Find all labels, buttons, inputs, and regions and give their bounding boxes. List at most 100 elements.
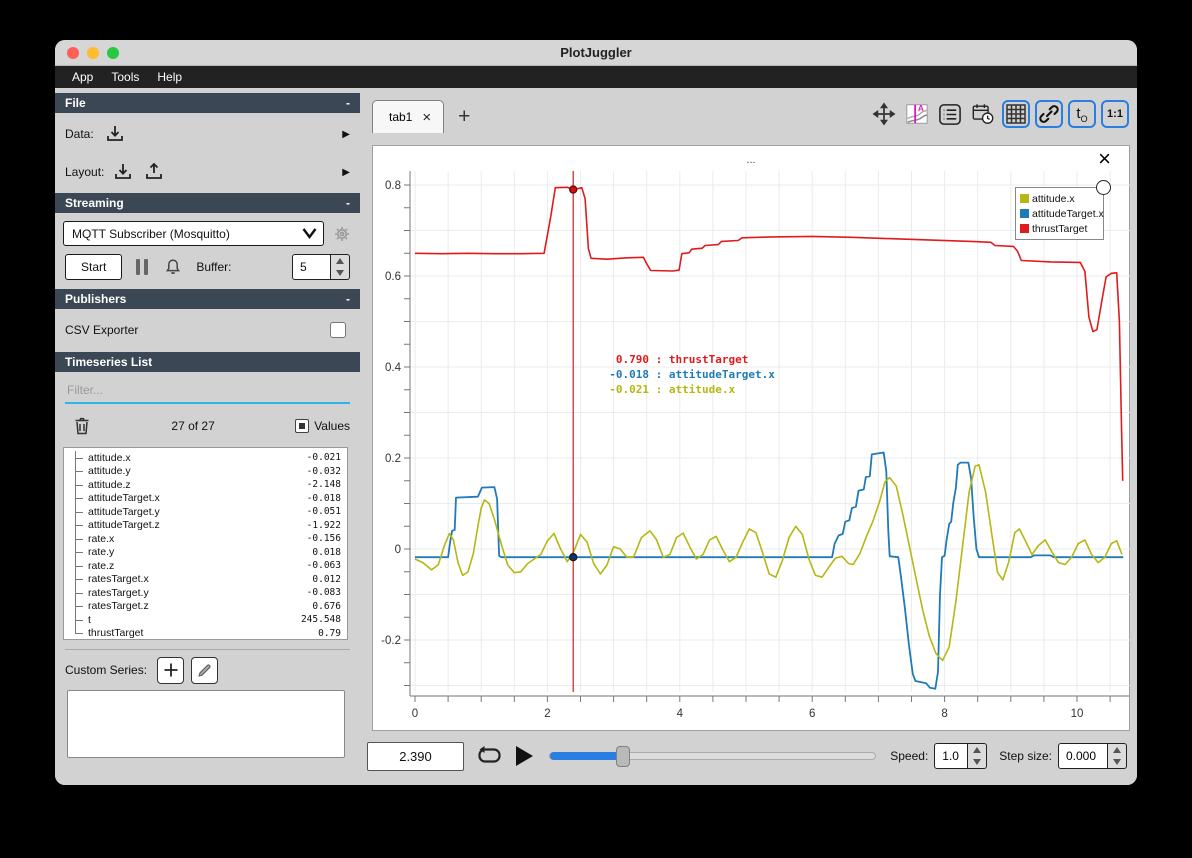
buffer-decrement-button[interactable] (331, 267, 349, 279)
window-title: PlotJuggler (560, 45, 632, 60)
speed-increment-button[interactable] (968, 744, 986, 756)
streaming-source-select[interactable]: MQTT Subscriber (Mosquitto) (63, 221, 324, 246)
publishers-section-header[interactable]: Publishers - (55, 289, 360, 309)
timeseries-row[interactable]: attitudeTarget.y -0.051 (64, 505, 347, 519)
menu-item-app[interactable]: App (63, 68, 102, 86)
timeseries-row[interactable]: t 245.548 (64, 613, 347, 627)
legend-item[interactable]: thrustTarget (1020, 221, 1099, 236)
tree-branch (72, 451, 88, 465)
buffer-increment-button[interactable] (331, 255, 349, 267)
timeseries-row[interactable]: ratesTarget.y -0.083 (64, 586, 347, 600)
timeseries-row[interactable]: ratesTarget.z 0.676 (64, 599, 347, 614)
timeseries-row[interactable]: thrustTarget 0.79 (64, 626, 347, 639)
notifications-bell-icon[interactable] (163, 257, 183, 277)
menu-item-tools[interactable]: Tools (102, 68, 148, 86)
current-time-field[interactable]: 2.390 (367, 741, 464, 771)
delete-series-trash-icon[interactable] (73, 416, 91, 436)
link-axes-button[interactable] (1035, 100, 1063, 128)
plot-legend[interactable]: attitude.x attitudeTarget.x thrustTarget (1015, 180, 1111, 240)
timeseries-row[interactable]: attitude.y -0.032 (64, 464, 347, 479)
slider-handle[interactable] (616, 746, 631, 767)
csv-exporter-checkbox[interactable] (330, 322, 346, 338)
plot-close-icon[interactable]: × (1098, 148, 1111, 170)
add-tab-button[interactable]: + (458, 105, 470, 129)
series-name: attitude.x (88, 451, 131, 464)
svg-text:0.6: 0.6 (385, 271, 401, 283)
move-tool-button[interactable] (870, 100, 898, 128)
values-checkbox[interactable] (295, 419, 310, 433)
timeline-slider[interactable] (549, 746, 877, 767)
close-window-button[interactable] (67, 47, 79, 59)
speed-decrement-button[interactable] (968, 756, 986, 768)
step-increment-button[interactable] (1108, 744, 1126, 756)
minimize-window-button[interactable] (87, 47, 99, 59)
ratio-1-1-button[interactable]: 1:1 (1101, 100, 1129, 128)
save-layout-icon[interactable] (143, 161, 165, 183)
timeseries-row[interactable]: rate.x -0.156 (64, 532, 347, 546)
loop-playback-icon[interactable] (476, 744, 503, 768)
timeseries-row[interactable]: rate.y 0.018 (64, 545, 347, 560)
timeseries-row[interactable]: attitude.z -2.148 (64, 478, 347, 492)
tracker-readout: 0.790 : thrustTarget -0.018 : attitudeTar… (591, 352, 775, 397)
series-value: -0.083 (306, 587, 341, 599)
step-decrement-button[interactable] (1108, 756, 1126, 768)
series-value: -0.156 (306, 533, 341, 545)
grid-layout-button[interactable] (1002, 100, 1030, 128)
plot-toolbar: A tO 1:1 (870, 100, 1129, 128)
zoom-window-button[interactable] (107, 47, 119, 59)
series-name: attitudeTarget.y (88, 505, 160, 518)
legend-swatch (1020, 224, 1029, 233)
play-button[interactable] (516, 746, 533, 766)
svg-text:10: 10 (1071, 708, 1084, 720)
tab-close-icon[interactable]: × (422, 110, 431, 125)
tree-branch (72, 559, 88, 573)
layout-menu-arrow-icon[interactable]: ▶ (342, 167, 350, 178)
svg-text:8: 8 (941, 708, 947, 720)
speed-label: Speed: (890, 749, 929, 763)
speed-spinbox[interactable]: 1.0 (934, 743, 988, 769)
curve-style-button[interactable]: A (903, 100, 931, 128)
time-offset-button[interactable]: tO (1068, 100, 1096, 128)
timeseries-row[interactable]: attitudeTarget.x -0.018 (64, 491, 347, 506)
title-bar: PlotJuggler (55, 40, 1137, 66)
legend-swatch (1020, 209, 1029, 218)
svg-text:6: 6 (809, 708, 815, 720)
custom-series-list[interactable] (67, 690, 345, 758)
app-window: PlotJuggler App Tools Help File - Data: ▶ … (55, 40, 1137, 785)
tab-tab1[interactable]: tab1 × (372, 100, 445, 133)
step-size-spinbox[interactable]: 0.000 (1058, 743, 1127, 769)
tree-branch (72, 545, 88, 560)
load-layout-icon[interactable] (112, 161, 134, 183)
sidebar: File - Data: ▶ Layout: ▶ Streaming - MQT… (55, 88, 360, 785)
legend-item[interactable]: attitude.x (1020, 191, 1099, 206)
timeseries-row[interactable]: ratesTarget.x 0.012 (64, 572, 347, 587)
pause-streaming-icon[interactable] (136, 258, 149, 275)
timeseries-row[interactable]: attitudeTarget.z -1.922 (64, 518, 347, 533)
legend-list-button[interactable] (936, 100, 964, 128)
start-streaming-button[interactable]: Start (65, 253, 123, 280)
timeseries-list[interactable]: attitude.x -0.021 attitude.y -0.032 attitude… (63, 447, 348, 640)
load-data-icon[interactable] (104, 123, 126, 145)
collapse-indicator: - (346, 96, 350, 110)
streaming-settings-gear-icon[interactable] (332, 224, 352, 244)
plot-area[interactable]: 0 2 4 6 8 10 0.8 0.6 0.4 0.2 0 -0.2 ... × attitude.… (372, 145, 1130, 731)
file-section-header[interactable]: File - (55, 93, 360, 113)
legend-handle[interactable] (1096, 180, 1111, 195)
streaming-section-header[interactable]: Streaming - (55, 193, 360, 213)
tree-branch (72, 613, 88, 627)
buffer-spinbox[interactable]: 5 (292, 253, 350, 280)
legend-item[interactable]: attitudeTarget.x (1020, 206, 1104, 221)
timeseries-row[interactable]: attitude.x -0.021 (64, 451, 347, 465)
add-custom-series-button[interactable] (157, 656, 185, 684)
series-value: -0.018 (306, 492, 341, 504)
edit-custom-series-button[interactable] (191, 656, 219, 684)
timeseries-row[interactable]: rate.z -0.063 (64, 559, 347, 573)
series-value: -0.063 (306, 560, 341, 572)
timeseries-section-header[interactable]: Timeseries List (55, 352, 360, 372)
data-menu-arrow-icon[interactable]: ▶ (342, 129, 350, 140)
svg-text:0.4: 0.4 (385, 362, 402, 374)
series-value: 0.012 (312, 573, 341, 585)
menu-item-help[interactable]: Help (148, 68, 191, 86)
datetime-button[interactable] (969, 100, 997, 128)
timeseries-filter-input[interactable] (65, 378, 350, 402)
